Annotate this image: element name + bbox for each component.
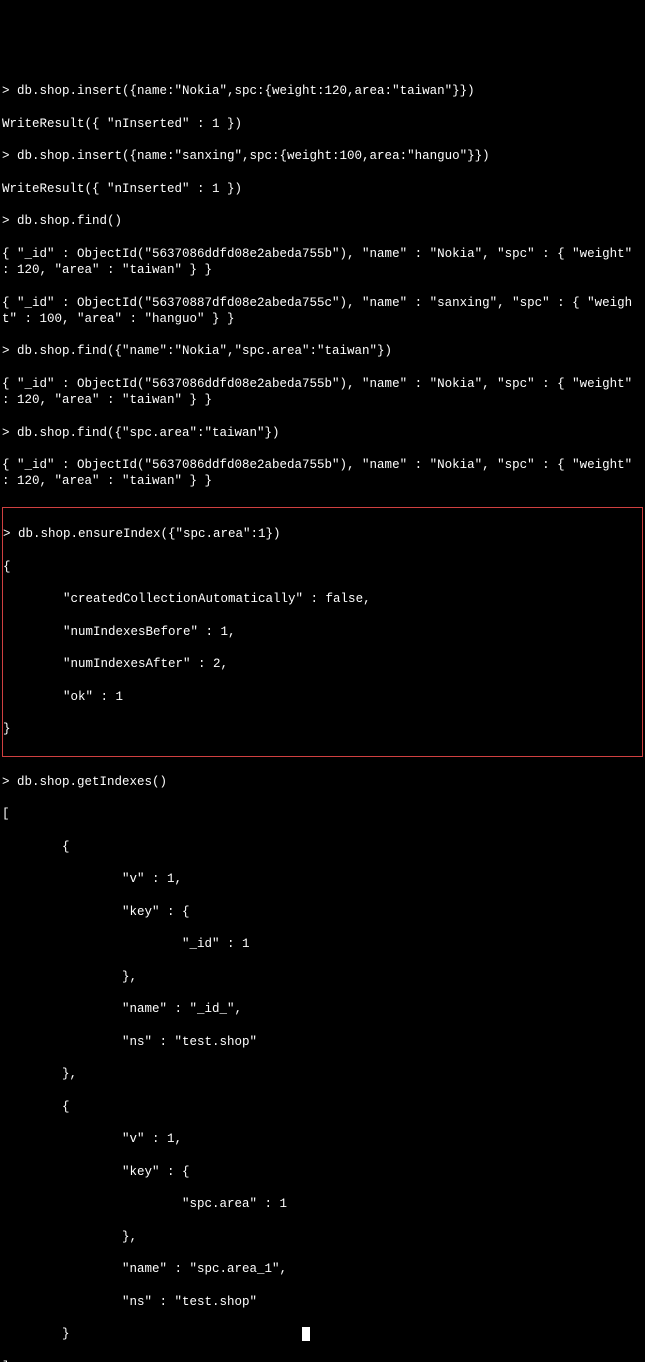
cmd-line: > db.shop.ensureIndex({"spc.area":1}) (3, 526, 642, 542)
output-line: "name" : "_id_", (2, 1001, 643, 1017)
output-line: "_id" : 1 (2, 936, 643, 952)
output-line: ] (2, 1359, 643, 1362)
output-line: "numIndexesBefore" : 1, (3, 624, 642, 640)
output-line: { "_id" : ObjectId("5637086ddfd08e2abeda… (2, 246, 643, 279)
output-line: "name" : "spc.area_1", (2, 1261, 643, 1277)
output-line: "key" : { (2, 904, 643, 920)
terminal-output[interactable]: > db.shop.insert({name:"Nokia",spc:{weig… (2, 67, 643, 1362)
output-line: }, (2, 1229, 643, 1245)
cmd-line: > db.shop.find({"spc.area":"taiwan"}) (2, 425, 643, 441)
cmd-line: > db.shop.getIndexes() (2, 774, 643, 790)
output-line: } (2, 1326, 643, 1342)
output-line: { "_id" : ObjectId("5637086ddfd08e2abeda… (2, 376, 643, 409)
output-line: WriteResult({ "nInserted" : 1 }) (2, 116, 643, 132)
output-line: "ns" : "test.shop" (2, 1034, 643, 1050)
cursor-icon (302, 1327, 310, 1341)
output-line: "v" : 1, (2, 1131, 643, 1147)
output-line: { (3, 559, 642, 575)
output-line: } (3, 721, 642, 737)
output-line: "createdCollectionAutomatically" : false… (3, 591, 642, 607)
output-line: }, (2, 969, 643, 985)
output-line: { "_id" : ObjectId("56370887dfd08e2abeda… (2, 295, 643, 328)
output-line: { "_id" : ObjectId("5637086ddfd08e2abeda… (2, 457, 643, 490)
cmd-line: > db.shop.insert({name:"Nokia",spc:{weig… (2, 83, 643, 99)
output-line: "numIndexesAfter" : 2, (3, 656, 642, 672)
output-line: { (2, 839, 643, 855)
output-line: { (2, 1099, 643, 1115)
cmd-line: > db.shop.find() (2, 213, 643, 229)
cmd-line: > db.shop.find({"name":"Nokia","spc.area… (2, 343, 643, 359)
output-line: [ (2, 806, 643, 822)
output-line: "spc.area" : 1 (2, 1196, 643, 1212)
output-line: "ns" : "test.shop" (2, 1294, 643, 1310)
output-line: WriteResult({ "nInserted" : 1 }) (2, 181, 643, 197)
output-line: "key" : { (2, 1164, 643, 1180)
highlighted-section: > db.shop.ensureIndex({"spc.area":1}) { … (2, 507, 643, 757)
output-line: "v" : 1, (2, 871, 643, 887)
output-line: }, (2, 1066, 643, 1082)
output-line: "ok" : 1 (3, 689, 642, 705)
cmd-line: > db.shop.insert({name:"sanxing",spc:{we… (2, 148, 643, 164)
